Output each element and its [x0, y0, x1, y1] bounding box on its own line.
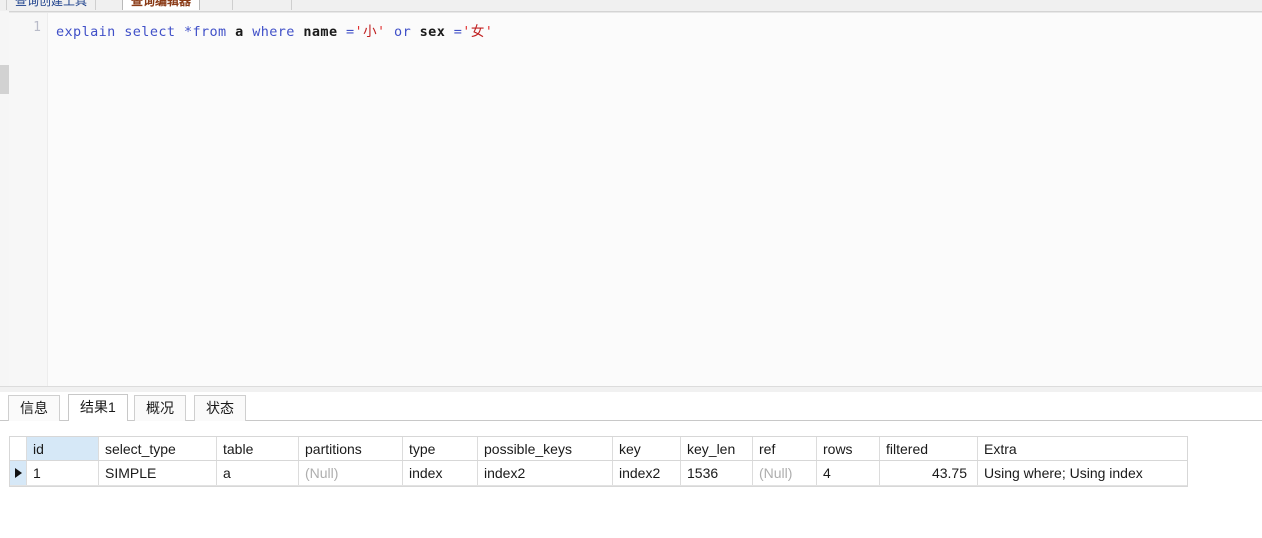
sql-token-2: select [124, 24, 176, 40]
sql-token-0: explain [56, 24, 116, 40]
cell-rows[interactable]: 4 [817, 461, 880, 485]
column-header-possible_keys[interactable]: possible_keys [478, 437, 613, 460]
column-header-filtered[interactable]: filtered [880, 437, 978, 460]
sql-token-15: 小 [363, 24, 377, 40]
cell-id[interactable]: 1 [27, 461, 99, 485]
top-tabstrip: 查询创建工具 查询编辑器 [0, 0, 1262, 12]
editor-vertical-scrollbar[interactable] [0, 11, 9, 386]
column-header-id[interactable]: id [27, 437, 99, 460]
result-tabstrip: 信息 结果1 概况 状态 [0, 392, 1262, 421]
row-marker-header [10, 437, 27, 460]
sql-token-12 [337, 24, 346, 40]
explain-result-grid[interactable]: id select_type table partitions type possible… [9, 436, 1188, 487]
cell-possible_keys[interactable]: index2 [478, 461, 613, 485]
sql-token-17 [386, 24, 395, 40]
sql-token-1 [116, 24, 125, 40]
sql-token-11: name [303, 24, 338, 40]
tab-profile[interactable]: 概况 [134, 395, 186, 421]
column-header-rows[interactable]: rows [817, 437, 880, 460]
table-body: 1 SIMPLE a (Null) index index2 index2 1536 (Null… [10, 461, 1187, 486]
sql-token-7: a [235, 24, 244, 40]
column-header-table[interactable]: table [217, 437, 299, 460]
scrollbar-thumb[interactable] [0, 65, 9, 94]
row-selector-arrow-icon[interactable] [10, 461, 27, 485]
cell-key[interactable]: index2 [613, 461, 681, 485]
current-row-arrow-icon [14, 468, 22, 478]
sql-token-18: or [394, 24, 412, 40]
sql-token-19 [411, 24, 420, 40]
tab-query-editor[interactable]: 查询编辑器 [122, 0, 201, 10]
sql-token-6 [227, 24, 236, 40]
cell-select_type[interactable]: SIMPLE [99, 461, 217, 485]
sql-token-3 [175, 24, 184, 40]
sql-token-14: ' [354, 24, 364, 40]
column-header-select_type[interactable]: select_type [99, 437, 217, 460]
tab-extra[interactable] [232, 0, 292, 10]
sql-token-24: 女 [470, 24, 485, 40]
sql-token-8 [244, 24, 253, 40]
table-header-row: id select_type table partitions type possible… [10, 436, 1187, 461]
sql-token-20: sex [419, 24, 446, 40]
column-header-key_len[interactable]: key_len [681, 437, 753, 460]
tab-info[interactable]: 信息 [8, 395, 60, 421]
cell-table[interactable]: a [217, 461, 299, 485]
tab-result-1[interactable]: 结果1 [68, 394, 128, 421]
editor-gutter: 1 [9, 13, 48, 386]
sql-statement[interactable]: explain select *from a where name ='小' o… [56, 20, 493, 40]
cell-filtered[interactable]: 43.75 [880, 461, 978, 485]
cell-type[interactable]: index [403, 461, 478, 485]
column-header-extra[interactable]: Extra [978, 437, 1188, 460]
column-header-key[interactable]: key [613, 437, 681, 460]
tab-query-builder[interactable]: 查询创建工具 [6, 0, 97, 10]
column-header-ref[interactable]: ref [753, 437, 817, 460]
sql-token-5: from [192, 24, 227, 40]
cell-ref[interactable]: (Null) [753, 461, 817, 485]
sql-token-16: ' [376, 24, 386, 40]
sql-token-21 [445, 24, 454, 40]
sql-token-23: ' [462, 24, 471, 40]
sql-editor[interactable]: 1 explain select *from a where name ='小'… [9, 12, 1262, 386]
sql-token-9: where [252, 24, 295, 40]
column-header-partitions[interactable]: partitions [299, 437, 403, 460]
sql-token-13: = [346, 24, 355, 40]
column-header-type[interactable]: type [403, 437, 478, 460]
result-panel: 信息 结果1 概况 状态 id select_type table partition… [0, 392, 1262, 538]
sql-token-25: ' [484, 24, 494, 40]
cell-key_len[interactable]: 1536 [681, 461, 753, 485]
editor-text-area[interactable]: explain select *from a where name ='小' o… [48, 13, 1262, 386]
table-row[interactable]: 1 SIMPLE a (Null) index index2 index2 1536 (Null… [10, 461, 1187, 486]
cell-partitions[interactable]: (Null) [299, 461, 403, 485]
tab-status[interactable]: 状态 [194, 395, 246, 421]
cell-extra[interactable]: Using where; Using index [978, 461, 1188, 485]
line-number-1: 1 [33, 20, 41, 35]
